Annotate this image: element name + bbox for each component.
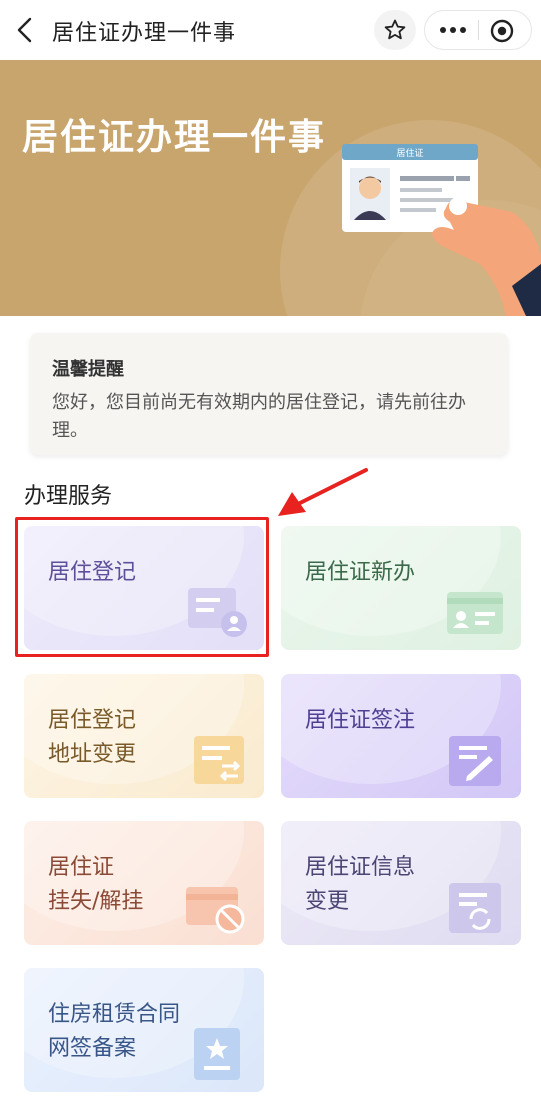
reminder-text: 您好，您目前尚无有效期内的居住登记，请先前往办理。 [52, 392, 466, 441]
banner-title: 居住证办理一件事 [22, 117, 327, 158]
service-label-line1: 居住证新办 [305, 560, 416, 585]
top-bar: 居住证办理一件事 [0, 0, 541, 60]
swap-address-icon [194, 736, 244, 784]
service-label: 居住证新办 [305, 556, 415, 590]
menu-capsule [424, 10, 532, 50]
star-doc-icon [194, 1028, 240, 1080]
service-card-new-residence-permit[interactable]: 居住证新办 [281, 526, 521, 650]
services-section-title: 办理服务 [24, 484, 113, 509]
service-label: 居住登记 地址变更 [48, 704, 136, 772]
more-dots-icon[interactable] [435, 19, 471, 41]
reminder-card: 温馨提醒 您好，您目前尚无有效期内的居住登记，请先前往办理。 [30, 333, 508, 455]
arrow-annotation-icon [278, 468, 368, 516]
banner-card-caption: 居住证 [396, 147, 423, 159]
service-card-info-change[interactable]: 居住证信息 变更 [281, 821, 521, 945]
target-icon[interactable] [488, 17, 516, 45]
card-block-icon [186, 887, 245, 934]
service-label: 居住证信息 变更 [305, 851, 415, 919]
service-label-line1: 居住登记 [48, 708, 137, 733]
highlight-box [15, 517, 269, 657]
service-card-endorsement[interactable]: 居住证签注 [281, 674, 521, 798]
reminder-title: 温馨提醒 [52, 359, 124, 380]
refresh-doc-icon [449, 883, 501, 933]
star-icon [384, 19, 406, 40]
service-label-line2: 网签备案 [48, 1036, 137, 1061]
hero-banner: 居住证办理一件事 居住证 [0, 60, 541, 316]
edit-sign-icon [449, 736, 501, 786]
id-card-icon [447, 592, 503, 634]
service-card-address-change[interactable]: 居住登记 地址变更 [24, 674, 264, 798]
service-label-line1: 居住证信息 [305, 855, 416, 880]
hand-holding-card-illustration: 居住证 [342, 144, 541, 316]
favorite-button[interactable] [374, 10, 416, 50]
service-label-line2: 地址变更 [48, 742, 137, 767]
service-label-line2: 挂失/解挂 [48, 889, 144, 914]
service-label: 住房租赁合同 网签备案 [48, 998, 180, 1066]
service-label-line1: 居住证签注 [305, 708, 416, 733]
service-label-line1: 居住证 [48, 855, 115, 880]
chevron-left-icon[interactable] [10, 14, 42, 46]
service-card-report-loss[interactable]: 居住证 挂失/解挂 [24, 821, 264, 945]
page-title: 居住证办理一件事 [52, 21, 237, 46]
service-card-lease-filing[interactable]: 住房租赁合同 网签备案 [24, 968, 264, 1092]
service-label: 居住证 挂失/解挂 [48, 851, 143, 919]
service-label-line2: 变更 [305, 889, 350, 914]
service-label: 居住证签注 [305, 704, 415, 738]
capsule-divider [478, 20, 479, 40]
service-label-line1: 住房租赁合同 [48, 1002, 181, 1027]
